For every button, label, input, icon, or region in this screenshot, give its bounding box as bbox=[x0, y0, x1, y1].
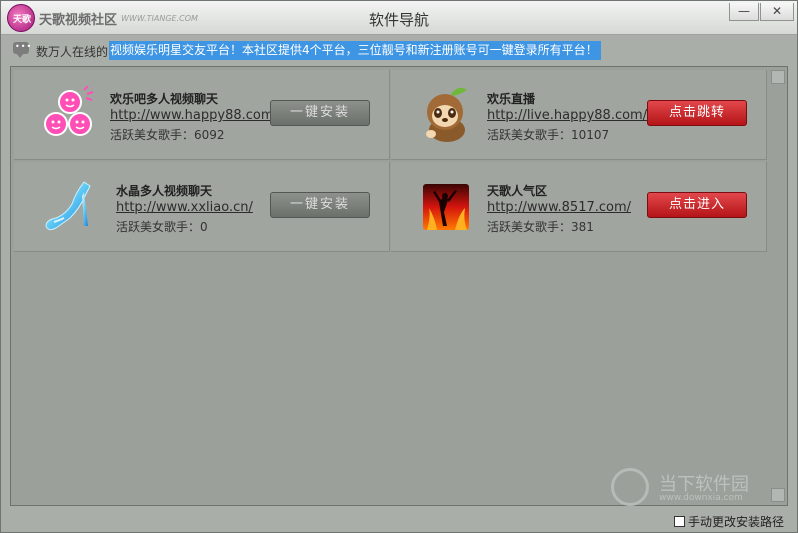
custom-install-path-checkbox[interactable] bbox=[674, 516, 685, 527]
fire-dancer-icon bbox=[417, 178, 475, 236]
software-url-link[interactable]: http://www.8517.com/ bbox=[487, 200, 631, 215]
app-window: 天歌 天歌视频社区 WWW.TIANGE.COM 软件导航 — ✕ ••• 数万… bbox=[0, 0, 798, 533]
software-name: 水晶多人视频聊天 bbox=[116, 184, 213, 198]
software-url-link[interactable]: http://www.happy88.com bbox=[110, 108, 274, 123]
window-title: 软件导航 bbox=[368, 11, 429, 29]
active-singers-count: 活跃美女歌手：6092 bbox=[110, 128, 225, 142]
software-name: 欢乐直播 bbox=[487, 92, 536, 106]
watermark: 当下软件园 www.downxia.com bbox=[611, 468, 791, 508]
crystal-shoe-icon bbox=[40, 178, 98, 236]
software-url-link[interactable]: http://live.happy88.com/ bbox=[487, 108, 647, 123]
software-url-link[interactable]: http://www.xxliao.cn/ bbox=[116, 200, 253, 215]
minimize-button[interactable]: — bbox=[729, 3, 759, 21]
watermark-subtext: www.downxia.com bbox=[659, 493, 743, 503]
jump-button[interactable]: 点击跳转 bbox=[647, 100, 747, 126]
notice-prefix: 数万人在线的 bbox=[36, 45, 109, 59]
notice-bar: ••• 数万人在线的 视频娱乐明星交友平台！本社区提供4个平台，三位靓号和新注册… bbox=[9, 39, 789, 61]
sloth-mascot-icon bbox=[417, 86, 475, 144]
software-card-live-happy88: 欢乐直播 http://live.happy88.com/ 活跃美女歌手：101… bbox=[391, 70, 767, 160]
custom-install-path-label: 手动更改安装路径 bbox=[688, 515, 785, 529]
custom-install-path-option[interactable]: 手动更改安装路径 bbox=[674, 513, 784, 530]
title-bar[interactable]: 天歌 天歌视频社区 WWW.TIANGE.COM 软件导航 — ✕ bbox=[1, 1, 797, 35]
scroll-up-button[interactable] bbox=[771, 70, 785, 84]
software-name: 天歌人气区 bbox=[487, 184, 548, 198]
enter-button[interactable]: 点击进入 bbox=[647, 192, 747, 218]
software-card-8517: 天歌人气区 http://www.8517.com/ 活跃美女歌手：381 点击… bbox=[391, 162, 767, 252]
chat-bubble-icon: ••• bbox=[13, 42, 31, 58]
install-button[interactable]: 一键安装 bbox=[270, 192, 370, 218]
active-singers-count: 活跃美女歌手：0 bbox=[116, 220, 208, 234]
active-singers-count: 活跃美女歌手：10107 bbox=[487, 128, 610, 142]
active-singers-count: 活跃美女歌手：381 bbox=[487, 220, 594, 234]
notice-highlight-text: 视频娱乐明星交友平台！本社区提供4个平台，三位靓号和新注册账号可一键登录所有平台… bbox=[109, 41, 601, 60]
install-button[interactable]: 一键安装 bbox=[270, 100, 370, 126]
watermark-logo-icon bbox=[611, 468, 649, 506]
software-name: 欢乐吧多人视频聊天 bbox=[110, 92, 219, 106]
close-button[interactable]: ✕ bbox=[760, 3, 794, 21]
software-card-xxliao: 水晶多人视频聊天 http://www.xxliao.cn/ 活跃美女歌手：0 … bbox=[14, 162, 390, 252]
pink-faces-icon bbox=[40, 85, 98, 144]
software-card-happy88: 欢乐吧多人视频聊天 http://www.happy88.com 活跃美女歌手：… bbox=[14, 70, 390, 160]
software-list-panel: 欢乐吧多人视频聊天 http://www.happy88.com 活跃美女歌手：… bbox=[10, 66, 788, 506]
